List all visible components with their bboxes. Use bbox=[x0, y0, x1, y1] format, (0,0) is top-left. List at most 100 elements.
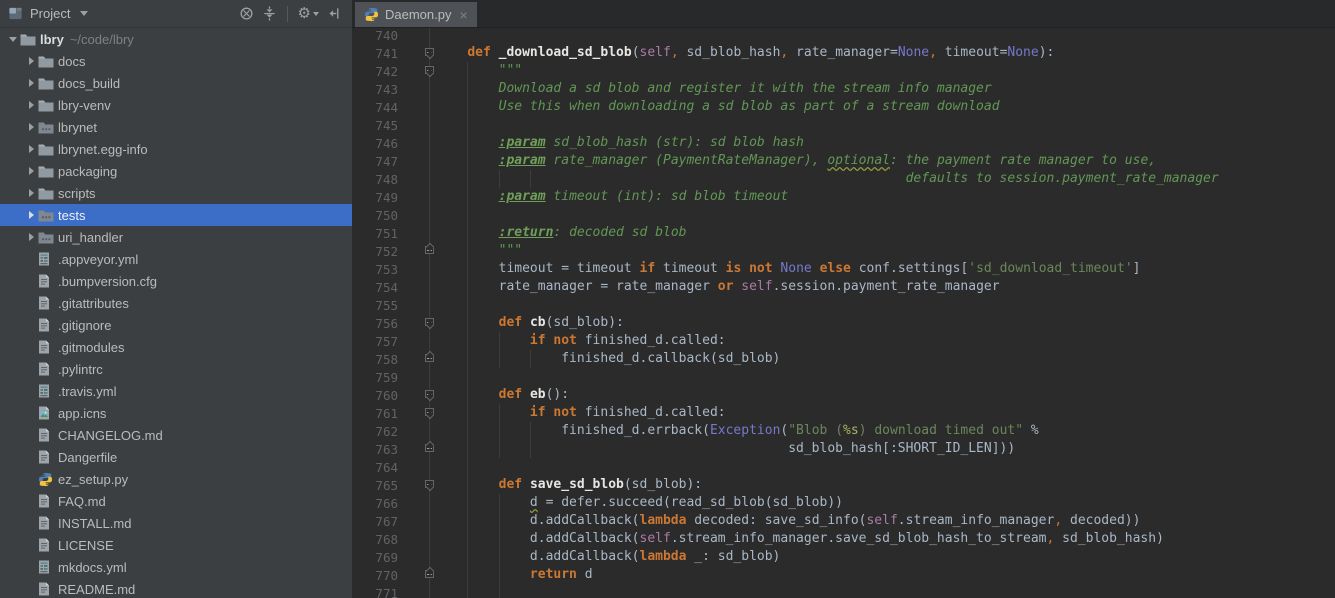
tree-item-license[interactable]: LICENSE bbox=[0, 534, 352, 556]
code-line[interactable]: 769 d.addCallback(lambda _: sd_blob) bbox=[352, 548, 1335, 566]
tree-item-uri-handler[interactable]: uri_handler bbox=[0, 226, 352, 248]
code-line[interactable]: 768 d.addCallback(self.stream_info_manag… bbox=[352, 530, 1335, 548]
tree-item--gitignore[interactable]: .gitignore bbox=[0, 314, 352, 336]
code-line[interactable]: 742 """ bbox=[352, 62, 1335, 80]
hide-panel-icon[interactable] bbox=[323, 4, 346, 23]
code-text[interactable]: return d bbox=[430, 566, 1335, 584]
code-line[interactable]: 761 if not finished_d.called: bbox=[352, 404, 1335, 422]
code-text[interactable]: sd_blob_hash[:SHORT_ID_LEN])) bbox=[430, 440, 1335, 458]
code-text[interactable]: timeout = timeout if timeout is not None… bbox=[430, 260, 1335, 278]
chevron-collapsed-icon[interactable] bbox=[24, 123, 38, 131]
code-text[interactable]: def save_sd_blob(sd_blob): bbox=[430, 476, 1335, 494]
code-line[interactable]: 764 bbox=[352, 458, 1335, 476]
fold-collapse-icon[interactable] bbox=[425, 318, 434, 326]
tree-item--travis-yml[interactable]: .travis.yml bbox=[0, 380, 352, 402]
chevron-collapsed-icon[interactable] bbox=[24, 101, 38, 109]
chevron-collapsed-icon[interactable] bbox=[24, 167, 38, 175]
code-text[interactable]: """ bbox=[430, 62, 1335, 80]
code-line[interactable]: 767 d.addCallback(lambda decoded: save_s… bbox=[352, 512, 1335, 530]
code-line[interactable]: 771 bbox=[352, 584, 1335, 598]
fold-end-icon[interactable] bbox=[425, 246, 434, 254]
code-line[interactable]: 743 Download a sd blob and register it w… bbox=[352, 80, 1335, 98]
tree-item--appveyor-yml[interactable]: .appveyor.yml bbox=[0, 248, 352, 270]
code-text[interactable]: def _download_sd_blob(self, sd_blob_hash… bbox=[430, 44, 1335, 62]
tree-item-ez-setup-py[interactable]: ez_setup.py bbox=[0, 468, 352, 490]
code-editor[interactable]: 740741 def _download_sd_blob(self, sd_bl… bbox=[352, 28, 1335, 598]
code-line[interactable]: 751 :return: decoded sd blob bbox=[352, 224, 1335, 242]
code-line[interactable]: 749 :param timeout (int): sd blob timeou… bbox=[352, 188, 1335, 206]
tree-item-docs-build[interactable]: docs_build bbox=[0, 72, 352, 94]
code-text[interactable]: if not finished_d.called: bbox=[430, 404, 1335, 422]
code-text[interactable]: defaults to session.payment_rate_manager bbox=[430, 170, 1335, 188]
code-line[interactable]: 753 timeout = timeout if timeout is not … bbox=[352, 260, 1335, 278]
code-line[interactable]: 762 finished_d.errback(Exception("Blob (… bbox=[352, 422, 1335, 440]
fold-collapse-icon[interactable] bbox=[425, 48, 434, 56]
code-line[interactable]: 760 def eb(): bbox=[352, 386, 1335, 404]
code-line[interactable]: 744 Use this when downloading a sd blob … bbox=[352, 98, 1335, 116]
code-text[interactable] bbox=[430, 296, 1335, 314]
code-text[interactable] bbox=[430, 116, 1335, 134]
tree-item-scripts[interactable]: scripts bbox=[0, 182, 352, 204]
project-panel-title[interactable]: Project bbox=[30, 6, 70, 21]
code-line[interactable]: 741 def _download_sd_blob(self, sd_blob_… bbox=[352, 44, 1335, 62]
tree-item-packaging[interactable]: packaging bbox=[0, 160, 352, 182]
code-line[interactable]: 757 if not finished_d.called: bbox=[352, 332, 1335, 350]
chevron-expanded-icon[interactable] bbox=[6, 37, 20, 42]
chevron-collapsed-icon[interactable] bbox=[24, 189, 38, 197]
code-text[interactable]: :param sd_blob_hash (str): sd blob hash bbox=[430, 134, 1335, 152]
code-text[interactable] bbox=[430, 584, 1335, 598]
chevron-collapsed-icon[interactable] bbox=[24, 233, 38, 241]
code-line[interactable]: 747 :param rate_manager (PaymentRateMana… bbox=[352, 152, 1335, 170]
code-text[interactable]: """ bbox=[430, 242, 1335, 260]
code-line[interactable]: 765 def save_sd_blob(sd_blob): bbox=[352, 476, 1335, 494]
tree-item-lbry-venv[interactable]: lbry-venv bbox=[0, 94, 352, 116]
code-line[interactable]: 745 bbox=[352, 116, 1335, 134]
code-line[interactable]: 756 def cb(sd_blob): bbox=[352, 314, 1335, 332]
code-text[interactable] bbox=[430, 206, 1335, 224]
code-text[interactable]: :param timeout (int): sd blob timeout bbox=[430, 188, 1335, 206]
fold-end-icon[interactable] bbox=[425, 444, 434, 452]
chevron-collapsed-icon[interactable] bbox=[24, 145, 38, 153]
fold-collapse-icon[interactable] bbox=[425, 480, 434, 488]
code-line[interactable]: 748 defaults to session.payment_rate_man… bbox=[352, 170, 1335, 188]
code-line[interactable]: 746 :param sd_blob_hash (str): sd blob h… bbox=[352, 134, 1335, 152]
code-text[interactable]: Use this when downloading a sd blob as p… bbox=[430, 98, 1335, 116]
code-line[interactable]: 752 """ bbox=[352, 242, 1335, 260]
code-line[interactable]: 750 bbox=[352, 206, 1335, 224]
tree-item--bumpversion-cfg[interactable]: .bumpversion.cfg bbox=[0, 270, 352, 292]
code-text[interactable]: d = defer.succeed(read_sd_blob(sd_blob)) bbox=[430, 494, 1335, 512]
code-text[interactable]: :return: decoded sd blob bbox=[430, 224, 1335, 242]
tree-item-lbrynet[interactable]: lbrynet bbox=[0, 116, 352, 138]
code-text[interactable]: def eb(): bbox=[430, 386, 1335, 404]
tree-item-lbry[interactable]: lbry~/code/lbry bbox=[0, 28, 352, 50]
code-text[interactable]: if not finished_d.called: bbox=[430, 332, 1335, 350]
tree-item--pylintrc[interactable]: .pylintrc bbox=[0, 358, 352, 380]
tab-daemon-py[interactable]: Daemon.py × bbox=[355, 2, 477, 27]
tree-item--gitmodules[interactable]: .gitmodules bbox=[0, 336, 352, 358]
code-line[interactable]: 740 bbox=[352, 28, 1335, 44]
code-line[interactable]: 770 return d bbox=[352, 566, 1335, 584]
tree-item-install-md[interactable]: INSTALL.md bbox=[0, 512, 352, 534]
tree-item-tests[interactable]: tests bbox=[0, 204, 352, 226]
tree-item-readme-md[interactable]: README.md bbox=[0, 578, 352, 598]
code-text[interactable]: d.addCallback(lambda _: sd_blob) bbox=[430, 548, 1335, 566]
code-line[interactable]: 763 sd_blob_hash[:SHORT_ID_LEN])) bbox=[352, 440, 1335, 458]
settings-gear-icon[interactable]: ⚙ bbox=[294, 5, 323, 23]
fold-collapse-icon[interactable] bbox=[425, 66, 434, 74]
chevron-collapsed-icon[interactable] bbox=[24, 57, 38, 65]
code-text[interactable] bbox=[430, 368, 1335, 386]
code-line[interactable]: 758 finished_d.callback(sd_blob) bbox=[352, 350, 1335, 368]
code-line[interactable]: 754 rate_manager = rate_manager or self.… bbox=[352, 278, 1335, 296]
tree-item-lbrynet-egg-info[interactable]: lbrynet.egg-info bbox=[0, 138, 352, 160]
code-text[interactable]: finished_d.callback(sd_blob) bbox=[430, 350, 1335, 368]
project-tree-panel[interactable]: lbry~/code/lbrydocsdocs_buildlbry-venvlb… bbox=[0, 28, 352, 598]
code-text[interactable]: def cb(sd_blob): bbox=[430, 314, 1335, 332]
fold-collapse-icon[interactable] bbox=[425, 390, 434, 398]
chevron-down-icon[interactable] bbox=[80, 11, 88, 16]
tree-item-faq-md[interactable]: FAQ.md bbox=[0, 490, 352, 512]
fold-end-icon[interactable] bbox=[425, 354, 434, 362]
chevron-collapsed-icon[interactable] bbox=[24, 79, 38, 87]
tree-item-dangerfile[interactable]: Dangerfile bbox=[0, 446, 352, 468]
code-text[interactable]: d.addCallback(lambda decoded: save_sd_in… bbox=[430, 512, 1335, 530]
code-line[interactable]: 766 d = defer.succeed(read_sd_blob(sd_bl… bbox=[352, 494, 1335, 512]
